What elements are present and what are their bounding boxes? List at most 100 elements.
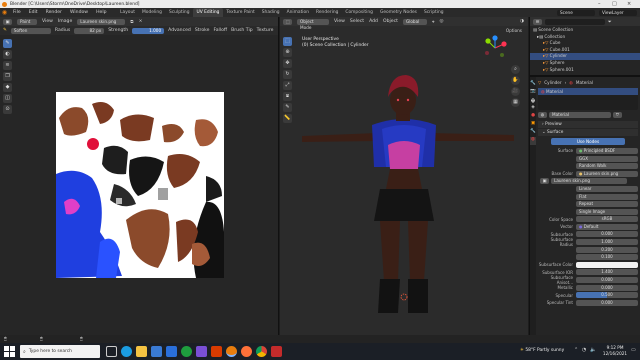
texture-menu[interactable]: Texture [257, 28, 274, 33]
subsurface-method-dropdown[interactable]: Random Walk [576, 163, 638, 170]
menu-file[interactable]: File [9, 8, 25, 17]
media-player-icon[interactable] [271, 346, 282, 357]
fill-tool-icon[interactable]: ◆ [3, 83, 12, 92]
subsurface-field[interactable]: 0.000 [576, 231, 638, 238]
draw-tool-icon[interactable]: ✎ [3, 39, 12, 48]
image-browse-icon[interactable]: ▣ [540, 178, 549, 185]
3d-viewport[interactable]: ⬚ Object Mode View Select Add Object Glo… [280, 17, 528, 335]
outliner-type-icon[interactable]: ☰ [533, 18, 542, 25]
view-layer-selector[interactable]: ViewLayer [599, 9, 637, 16]
clock[interactable]: 9:12 PM 12/16/2021 [600, 345, 630, 357]
specular-tint-field[interactable]: 0.000 [576, 299, 638, 306]
radius-field[interactable]: 82 px [74, 27, 105, 34]
stroke-menu[interactable]: Stroke [195, 28, 210, 33]
character-model[interactable] [280, 17, 528, 335]
office-icon[interactable] [211, 346, 222, 357]
tab-rendering[interactable]: Rendering [312, 8, 341, 17]
vector-field[interactable]: ● Default [576, 223, 638, 230]
close-button[interactable]: × [627, 1, 631, 7]
menu-help[interactable]: Help [92, 8, 110, 17]
menu-render[interactable]: Render [42, 8, 66, 17]
blender-taskbar-icon[interactable] [226, 346, 237, 357]
preview-panel-header[interactable]: › Preview [538, 121, 638, 129]
file-explorer-icon[interactable] [136, 346, 147, 357]
tab-scripting[interactable]: Scripting [420, 8, 447, 17]
task-view-icon[interactable] [106, 346, 117, 357]
projection-dropdown[interactable]: Flat [576, 193, 638, 200]
interpolation-dropdown[interactable]: Linear [576, 185, 638, 192]
outliner-item-selected[interactable]: ▸▽ Cylinder [530, 53, 640, 60]
xbox-icon[interactable] [181, 346, 192, 357]
maximize-button[interactable]: □ [612, 1, 617, 7]
subsurface-anisotropy-field[interactable]: 0.000 [576, 277, 638, 284]
outliner-search-input[interactable] [545, 18, 605, 25]
microsoft-store-icon[interactable] [151, 346, 162, 357]
material-slot-list[interactable]: ◍ Material [538, 88, 638, 111]
source-dropdown[interactable]: Single Image [576, 208, 638, 215]
unlink-image-icon[interactable]: × [139, 19, 143, 24]
subsurface-radius-y-field[interactable]: 0.200 [576, 246, 638, 253]
distribution-dropdown[interactable]: GGX [576, 155, 638, 162]
extension-dropdown[interactable]: Repeat [576, 201, 638, 208]
image-name-field[interactable]: Laureen skin.png [551, 178, 627, 185]
surface-panel-header[interactable]: ⌄ Surface [538, 129, 638, 137]
weather-widget[interactable]: ☀ 58°F Partly sunny [520, 348, 564, 353]
filter-icon[interactable]: ⏷ [608, 19, 612, 25]
specular-field[interactable]: 0.500 [576, 292, 638, 299]
metallic-field[interactable]: 0.000 [576, 284, 638, 291]
color-space-dropdown[interactable]: sRGB [576, 216, 638, 223]
new-image-icon[interactable]: ⧉ [130, 19, 133, 25]
paint-mode-dropdown[interactable]: Paint [17, 18, 37, 25]
material-slot[interactable]: ◍ Material [538, 88, 638, 96]
subsurface-radius-x-field[interactable]: 1.000 [576, 239, 638, 246]
strength-field[interactable]: 1.000 [132, 27, 165, 34]
brush-tip-menu[interactable]: Brush Tip [231, 28, 253, 33]
tab-texture-paint[interactable]: Texture Paint [223, 8, 258, 17]
menu-edit[interactable]: Edit [25, 8, 42, 17]
outliner-item[interactable]: ▸▤ Collection [530, 34, 640, 41]
tab-animation[interactable]: Animation [283, 8, 312, 17]
menu-window[interactable]: Window [66, 8, 92, 17]
scene-selector[interactable]: Scene [557, 9, 595, 16]
base-color-field[interactable]: ● Laureen skin.png [576, 170, 638, 177]
tray-chevron-icon[interactable]: ⌃ [574, 347, 578, 353]
tab-sculpting[interactable]: Sculpting [165, 8, 193, 17]
photos-icon[interactable] [196, 346, 207, 357]
subsurface-ior-field[interactable]: 1.400 [576, 269, 638, 276]
brush-icon[interactable]: ✎ [3, 28, 7, 33]
tab-compositing[interactable]: Compositing [342, 8, 377, 17]
firefox-icon[interactable] [241, 346, 252, 357]
outliner-item[interactable]: ▸▽ Cube.001 [530, 47, 640, 54]
tab-layout[interactable]: Layout [117, 8, 139, 17]
smear-tool-icon[interactable]: ≋ [3, 61, 12, 70]
blender-menu-icon[interactable]: ◉ [0, 8, 9, 17]
use-nodes-button[interactable]: Use Nodes [551, 138, 625, 146]
menu-view[interactable]: View [42, 19, 53, 24]
brush-selector[interactable]: Soften [10, 27, 51, 34]
chrome-icon[interactable] [256, 346, 267, 357]
advanced-menu[interactable]: Advanced [168, 28, 191, 33]
subsurface-radius-z-field[interactable]: 0.100 [576, 254, 638, 261]
tab-modeling[interactable]: Modeling [139, 8, 166, 17]
mail-icon[interactable] [166, 346, 177, 357]
texture-canvas[interactable] [56, 92, 224, 278]
outliner-item[interactable]: ▸▽ Sphere.001 [530, 67, 640, 74]
subsurface-color-swatch[interactable] [576, 261, 638, 268]
sample-tool-icon[interactable]: ⊙ [3, 105, 12, 114]
minimize-button[interactable]: – [598, 1, 601, 7]
menu-image[interactable]: Image [58, 19, 72, 24]
clone-tool-icon[interactable]: ❐ [3, 72, 12, 81]
notifications-icon[interactable]: ▭ [631, 347, 636, 353]
outliner-item[interactable]: ▸▽ Sphere [530, 60, 640, 67]
mask-tool-icon[interactable]: ◫ [3, 94, 12, 103]
tab-shading[interactable]: Shading [258, 8, 283, 17]
tab-geometry-nodes[interactable]: Geometry Nodes [376, 8, 420, 17]
surface-shader-field[interactable]: ● Principled BSDF [576, 147, 638, 154]
outliner-scene-collection[interactable]: ▤ Scene Collection [530, 27, 640, 34]
windows-start-icon[interactable] [4, 346, 15, 357]
taskbar-search-box[interactable]: ⌕ Type here to search [20, 345, 100, 358]
soften-tool-icon[interactable]: ◐ [3, 50, 12, 59]
editor-type-icon[interactable]: ▣ [3, 18, 12, 25]
tab-uv-editing[interactable]: UV Editing [193, 8, 223, 17]
material-fake-user-icon[interactable]: ⛉ [613, 112, 622, 119]
